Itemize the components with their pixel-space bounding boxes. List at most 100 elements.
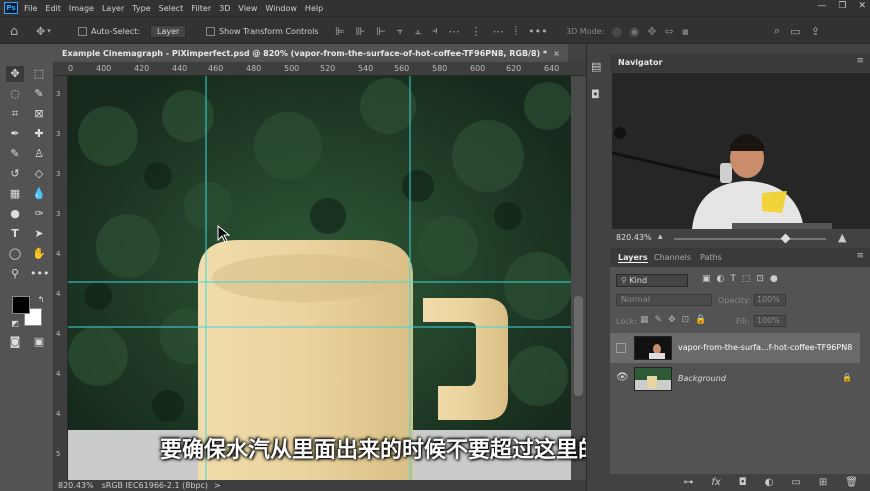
align-middle-icon[interactable]: ⫠ — [414, 24, 421, 38]
filter-pixel-icon[interactable]: ▣ — [702, 274, 711, 284]
filter-kind-dropdown[interactable]: ⚲ Kind — [616, 274, 688, 287]
foreground-color-swatch[interactable] — [12, 296, 30, 314]
align-bottom-icon[interactable]: ⫞ — [432, 24, 438, 38]
brush-tool-icon[interactable]: ✎ — [6, 146, 24, 162]
navigator-zoom-value[interactable]: 820.43% — [616, 233, 652, 242]
home-icon[interactable]: ⌂ — [10, 17, 18, 45]
new-layer-icon[interactable]: ⊞ — [819, 477, 827, 488]
menu-help[interactable]: Help — [305, 4, 323, 13]
lock-all-icon[interactable]: 🔒 — [695, 315, 706, 325]
layers-menu-icon[interactable]: ≡ — [856, 251, 864, 261]
lasso-tool-icon[interactable]: ◌ — [6, 86, 24, 102]
scrollbar-thumb[interactable] — [574, 296, 583, 396]
workspace-icon[interactable]: ▭ — [790, 25, 800, 38]
tab-layers[interactable]: Layers — [618, 253, 648, 263]
layer-row[interactable]: 👁 Background 🔒 — [610, 364, 860, 394]
history-brush-icon[interactable]: ↺ — [6, 166, 24, 182]
distribute-horizontal-icon[interactable]: ⋯ — [493, 25, 504, 38]
lock-transparent-icon[interactable]: ▦ — [640, 315, 649, 325]
document-tab-close[interactable]: × — [553, 49, 560, 58]
distribute-spacing-icon[interactable]: ⦙ — [515, 24, 517, 38]
eyedropper-tool-icon[interactable]: ✒ — [6, 126, 24, 142]
adjustment-icon[interactable]: ◐ — [765, 477, 774, 488]
group-icon[interactable]: ▭ — [791, 477, 800, 488]
menu-window[interactable]: Window — [265, 4, 297, 13]
menu-edit[interactable]: Edit — [45, 4, 61, 13]
menu-filter[interactable]: Filter — [191, 4, 211, 13]
align-top-icon[interactable]: ⫟ — [397, 24, 404, 38]
lock-paint-icon[interactable]: ✎ — [655, 315, 663, 325]
layer-row[interactable]: vapor-from-the-surfa...f-hot-coffee-TF96… — [610, 333, 860, 363]
share-icon[interactable]: ⇪ — [811, 25, 820, 38]
3d-slide-icon[interactable]: ⇔ — [664, 25, 673, 38]
menu-select[interactable]: Select — [159, 4, 184, 13]
history-panel-icon[interactable]: ▤ — [591, 60, 601, 73]
minimize-button[interactable]: — — [817, 1, 826, 11]
align-right-icon[interactable]: ⊩ — [376, 25, 386, 38]
stamp-tool-icon[interactable]: ♙ — [30, 146, 48, 162]
link-icon[interactable]: ⊶ — [683, 477, 693, 488]
distribute-vertical-icon[interactable]: ⋮ — [471, 25, 482, 38]
zoom-out-icon[interactable]: ▴ — [658, 232, 663, 242]
blend-mode-dropdown[interactable]: Normal — [616, 294, 712, 306]
mask-icon[interactable]: ◘ — [739, 477, 747, 488]
align-left-icon[interactable]: ⊫ — [335, 25, 345, 38]
menu-view[interactable]: View — [238, 4, 257, 13]
crop-tool-icon[interactable]: ⌗ — [6, 106, 24, 122]
tab-paths[interactable]: Paths — [700, 253, 722, 262]
eraser-tool-icon[interactable]: ◇ — [30, 166, 48, 182]
gradient-tool-icon[interactable]: ▦ — [6, 186, 24, 202]
3d-pan-icon[interactable]: ✥ — [647, 25, 656, 38]
tab-channels[interactable]: Channels — [654, 253, 691, 262]
more-options-icon[interactable]: ••• — [528, 25, 547, 38]
navigator-menu-icon[interactable]: ≡ — [856, 56, 864, 66]
marquee-tool-icon[interactable]: ⬚ — [30, 66, 48, 82]
auto-select-dropdown[interactable]: Layer — [150, 24, 187, 38]
menu-image[interactable]: Image — [69, 4, 94, 13]
navigator-zoom-slider-thumb[interactable] — [780, 233, 791, 244]
quick-select-tool-icon[interactable]: ✎ — [30, 86, 48, 102]
type-tool-icon[interactable]: T — [6, 226, 24, 242]
hand-tool-icon[interactable]: ✋ — [30, 246, 48, 262]
filter-adjustment-icon[interactable]: ◐ — [717, 274, 725, 284]
menu-layer[interactable]: Layer — [102, 4, 124, 13]
more-tools-icon[interactable]: ••• — [30, 266, 49, 282]
vertical-scrollbar[interactable] — [571, 76, 586, 480]
filter-smart-object-icon[interactable]: ⊡ — [756, 274, 764, 284]
3d-scale-icon[interactable]: ▪ — [682, 25, 689, 38]
navigator-preview[interactable] — [612, 73, 870, 229]
auto-select-checkbox[interactable]: Auto-Select: — [78, 17, 140, 45]
align-center-icon[interactable]: ⊪ — [356, 25, 366, 38]
document-tab[interactable]: Example Cinemagraph - PiXimperfect.psd @… — [54, 44, 568, 62]
close-button[interactable]: ✕ — [858, 1, 866, 11]
menu-type[interactable]: Type — [132, 4, 150, 13]
document-canvas[interactable] — [68, 76, 571, 480]
navigator-title[interactable]: Navigator — [618, 58, 662, 67]
lock-position-icon[interactable]: ✥ — [668, 315, 676, 325]
screen-mode-icon[interactable]: ▣ — [30, 334, 48, 350]
swap-colors-icon[interactable]: ↰ — [32, 292, 50, 308]
3d-roll-icon[interactable]: ◉ — [630, 25, 640, 38]
default-colors-icon[interactable]: ◩ — [6, 316, 24, 332]
frame-tool-icon[interactable]: ⊠ — [30, 106, 48, 122]
zoom-tool-icon[interactable]: ⚲ — [6, 266, 24, 282]
menu-file[interactable]: File — [24, 4, 37, 13]
layer-visibility-toggle[interactable] — [616, 343, 626, 353]
status-zoom[interactable]: 820.43% — [58, 481, 94, 490]
zoom-in-icon[interactable]: ▲ — [838, 231, 846, 244]
properties-panel-icon[interactable]: ◘ — [591, 88, 600, 101]
filter-type-icon[interactable]: T — [730, 274, 736, 284]
healing-tool-icon[interactable]: ✚ — [30, 126, 48, 142]
opacity-input[interactable]: 100% — [754, 294, 786, 306]
layer-name[interactable]: vapor-from-the-surfa...f-hot-coffee-TF96… — [678, 343, 852, 352]
search-icon[interactable]: ⌕ — [774, 24, 780, 38]
fx-icon[interactable]: fx — [711, 477, 720, 488]
quick-mask-icon[interactable]: ◙ — [6, 334, 24, 350]
eye-icon[interactable]: 👁 — [616, 372, 629, 383]
filter-shape-icon[interactable]: ⬚ — [742, 274, 751, 284]
distribute-icon[interactable]: ⋯ — [449, 25, 460, 38]
dodge-tool-icon[interactable]: ● — [6, 206, 24, 222]
fill-input[interactable]: 100% — [754, 315, 786, 327]
navigator-zoom-slider[interactable] — [674, 238, 826, 240]
show-transform-checkbox[interactable]: Show Transform Controls — [206, 17, 319, 45]
